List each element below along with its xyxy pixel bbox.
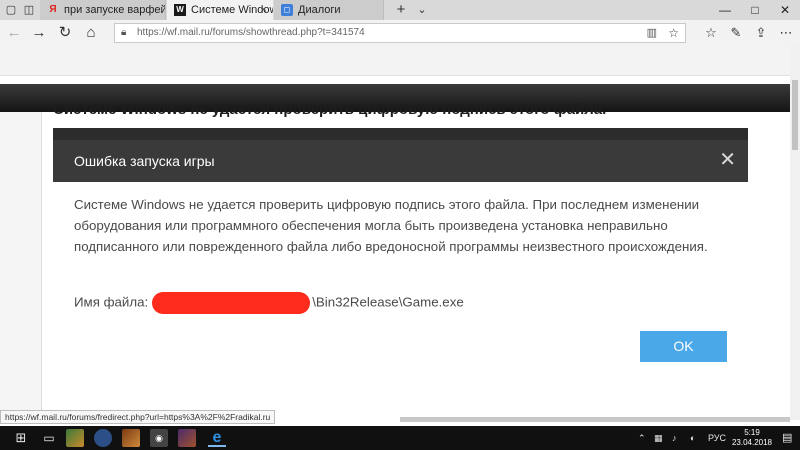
lock-icon: 🔒︎: [121, 27, 127, 38]
tab-preview-icon[interactable]: ▢: [3, 2, 19, 18]
dialog-header: Ошибка запуска игры ✕: [53, 140, 748, 182]
clock-date: 23.04.2018: [731, 438, 773, 447]
clock-time: 5:19: [744, 428, 760, 437]
share-icon[interactable]: ⇪: [752, 24, 770, 42]
close-window-icon[interactable]: ✕: [770, 0, 800, 20]
tab-forum-thread[interactable]: W Системе Windows не у ×: [167, 0, 273, 20]
home-icon[interactable]: ⌂: [82, 24, 100, 42]
favorite-star-icon[interactable]: ☆: [668, 24, 679, 42]
warface-favicon: W: [174, 4, 186, 16]
action-center-icon[interactable]: ▤: [782, 431, 792, 445]
dialog-message: Системе Windows не удается проверить циф…: [74, 197, 708, 254]
game-launcher-icon[interactable]: [122, 429, 140, 447]
url-text: https://wf.mail.ru/forums/showthread.php…: [137, 27, 365, 38]
taskbar: ⊞ ▭ ◉ e ⌃ ▦ ♪ ◐ РУС 5:19 23.04.2018 ▤: [0, 426, 800, 450]
tab-label: при запуске варфейс ошиб: [64, 4, 165, 16]
forward-arrow-icon[interactable]: →: [30, 24, 48, 42]
tab-warface-search[interactable]: Я при запуске варфейс ошиб: [40, 0, 166, 20]
refresh-icon[interactable]: ↻: [56, 24, 74, 42]
volume-icon[interactable]: ♪: [672, 431, 677, 445]
maximize-icon[interactable]: □: [740, 0, 770, 20]
pen-notes-icon[interactable]: ✎: [727, 24, 745, 42]
dialog-title: Ошибка запуска игры: [74, 153, 215, 169]
dialog-top-strip: [53, 128, 748, 140]
close-icon[interactable]: ✕: [719, 149, 736, 171]
browser-window: ▢ ◫ Я при запуске варфейс ошиб W Системе…: [0, 0, 800, 450]
left-sidebar: [0, 112, 42, 420]
tab-dialogs[interactable]: ◻ Диалоги: [274, 0, 384, 20]
edge-browser-icon[interactable]: e: [208, 429, 226, 447]
steam-app-icon[interactable]: ◉: [150, 429, 168, 447]
error-dialog: Ошибка запуска игры ✕ Системе Windows не…: [53, 128, 748, 374]
tab-list-chevron-icon[interactable]: ⌄: [414, 2, 430, 18]
redaction-mark: [152, 292, 311, 314]
more-menu-icon[interactable]: ⋯: [777, 24, 795, 42]
new-tab-button[interactable]: +: [393, 2, 409, 18]
minimize-icon[interactable]: —: [710, 0, 740, 20]
chat-icon: ◻: [281, 4, 293, 16]
site-top-strip: [0, 46, 790, 76]
navigation-bar: ← → ↻ ⌂ 🔒︎ https://wf.mail.ru/forums/sho…: [0, 20, 800, 46]
favorites-hub-icon[interactable]: ☆: [702, 24, 720, 42]
network-icon[interactable]: ▦: [654, 431, 663, 445]
reading-view-icon[interactable]: ▥: [647, 24, 657, 42]
post-title: Системе Windows не удается проверить циф…: [53, 101, 607, 118]
input-language[interactable]: РУС: [708, 431, 726, 445]
tab-label: Диалоги: [298, 4, 341, 16]
vertical-scrollbar[interactable]: [790, 46, 800, 420]
horizontal-scrollbar[interactable]: [400, 417, 790, 422]
status-link-url: https://wf.mail.ru/forums/fredirect.php?…: [0, 410, 276, 424]
ok-button[interactable]: OK: [640, 331, 727, 362]
yandex-favicon: Я: [49, 4, 57, 15]
app-launcher-icon[interactable]: [94, 429, 112, 447]
file-name-row: Имя файла: \Bin32Release\Game.exe: [74, 292, 464, 314]
warface-app-icon[interactable]: [178, 429, 196, 447]
file-path: \Bin32Release\Game.exe: [312, 294, 464, 310]
clock[interactable]: 5:19 23.04.2018: [730, 428, 774, 448]
file-name-label: Имя файла:: [74, 294, 149, 310]
tab-close-icon[interactable]: ×: [261, 0, 267, 20]
windows-start-icon[interactable]: ⊞: [12, 429, 30, 447]
tab-set-aside-icon[interactable]: ◫: [21, 2, 37, 18]
tab-strip: ▢ ◫ Я при запуске варфейс ошиб W Системе…: [0, 0, 800, 20]
task-view-icon[interactable]: ▭: [40, 429, 58, 447]
back-arrow-icon[interactable]: ←: [5, 24, 23, 42]
tray-app-icon[interactable]: ◐: [690, 431, 695, 445]
address-bar[interactable]: 🔒︎ https://wf.mail.ru/forums/showthread.…: [114, 23, 686, 43]
game-app-icon[interactable]: [66, 429, 84, 447]
scrollbar-thumb[interactable]: [792, 80, 798, 150]
tray-overflow-chevron-icon[interactable]: ⌃: [638, 431, 646, 445]
